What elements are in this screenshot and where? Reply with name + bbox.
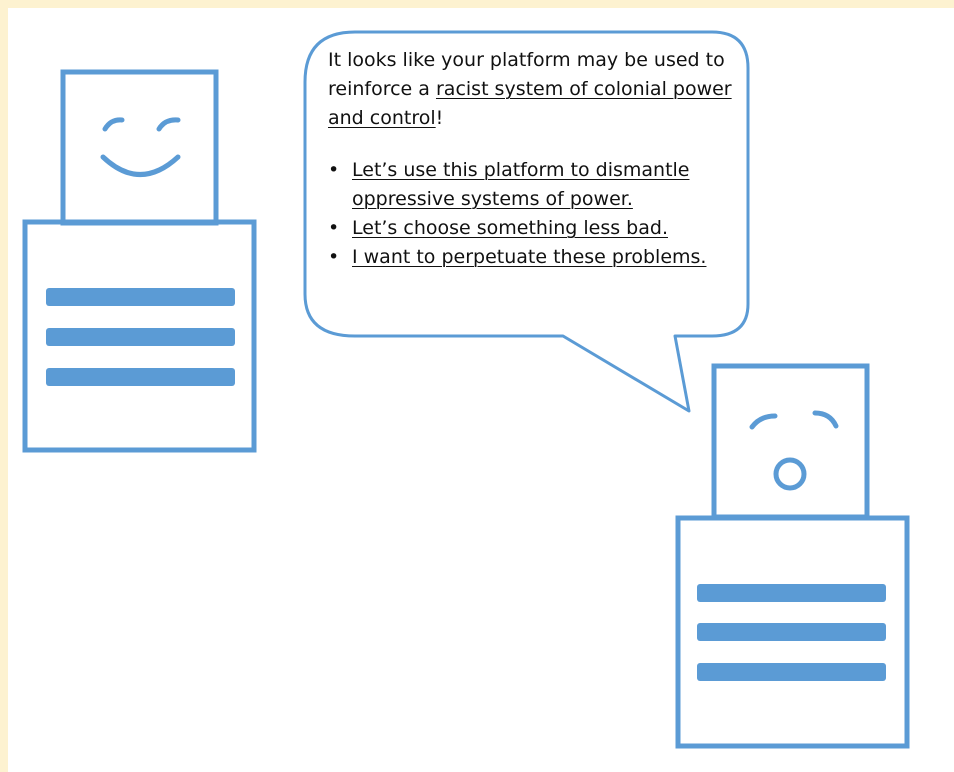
body-line [46, 288, 235, 306]
bullet-icon: • [328, 246, 340, 268]
left-eye-icon [749, 413, 778, 430]
option-item: • I want to perpetuate these problems. [328, 243, 738, 272]
option-perpetuate-link[interactable]: I want to perpetuate these problems. [352, 246, 706, 268]
option-item: • Let’s use this platform to dismantle o… [328, 156, 738, 214]
right-eye-icon [812, 410, 839, 429]
assistant-robot [22, 69, 257, 453]
robot-head [711, 363, 870, 520]
smile-icon [100, 154, 181, 177]
right-eye-icon [156, 117, 181, 132]
body-line [697, 663, 886, 681]
user-robot [675, 363, 910, 749]
open-mouth-icon [773, 457, 807, 491]
option-dismantle-link[interactable]: Let’s use this platform to dismantle opp… [352, 159, 689, 210]
body-line [697, 584, 886, 602]
speech-bubble-content: It looks like your platform may be used … [328, 46, 738, 272]
body-line [46, 328, 235, 346]
intro-punctuation: ! [435, 107, 444, 129]
bullet-icon: • [328, 217, 340, 239]
body-line [46, 368, 235, 386]
robot-head [60, 69, 219, 226]
speech-bubble-intro: It looks like your platform may be used … [328, 46, 738, 133]
option-item: • Let’s choose something less bad. [328, 214, 738, 243]
bullet-icon: • [328, 159, 340, 181]
body-line [697, 623, 886, 641]
option-less-bad-link[interactable]: Let’s choose something less bad. [352, 217, 668, 239]
left-eye-icon [102, 117, 125, 132]
option-list: • Let’s use this platform to dismantle o… [328, 156, 738, 272]
